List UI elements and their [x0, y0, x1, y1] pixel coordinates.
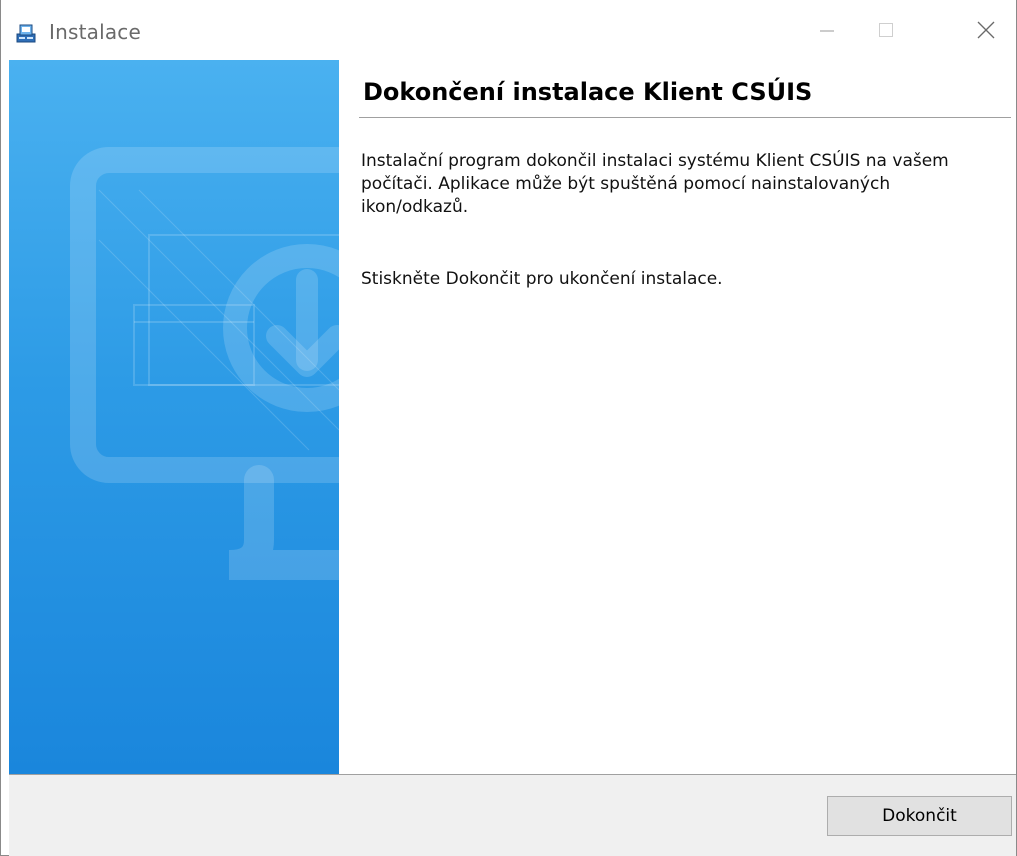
monitor-download-icon: [70, 147, 339, 580]
maximize-icon: [879, 23, 893, 37]
close-button[interactable]: [956, 0, 1016, 60]
title-bar[interactable]: Instalace: [1, 0, 1016, 60]
page-title: Dokončení instalace Klient CSÚIS: [363, 78, 813, 106]
maximize-button[interactable]: [857, 0, 915, 60]
finish-instruction: Stiskněte Dokončit pro ukončení instalac…: [361, 269, 723, 289]
installer-app-icon: [15, 22, 37, 44]
wizard-content: Dokončení instalace Klient CSÚIS Instala…: [339, 60, 1016, 774]
installer-window: Instalace Dokončení instalace Klient CSÚ…: [0, 0, 1017, 856]
wizard-footer: Dokončit: [9, 775, 1016, 856]
close-icon: [977, 21, 995, 39]
minimize-button[interactable]: [798, 0, 856, 60]
window-title: Instalace: [49, 20, 142, 44]
completion-message: Instalační program dokončil instalaci sy…: [361, 151, 949, 217]
minimize-icon: [820, 30, 834, 32]
finish-button[interactable]: Dokončit: [827, 796, 1012, 836]
wizard-side-image: [9, 60, 339, 774]
title-divider: [359, 117, 1011, 118]
